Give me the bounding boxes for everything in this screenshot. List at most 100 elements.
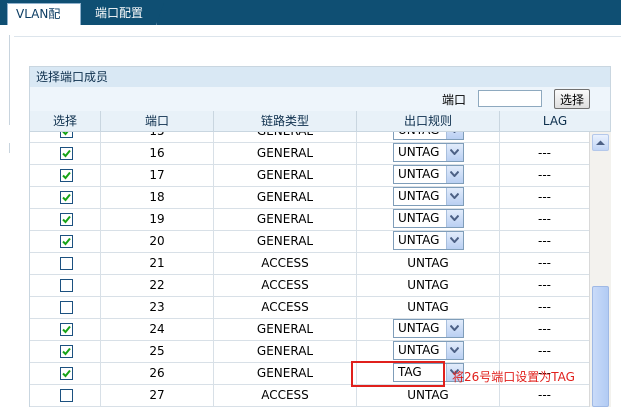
egress-rule-select[interactable]: UNTAG — [393, 231, 464, 250]
egress-rule-value: UNTAG — [407, 256, 449, 270]
lag-value: --- — [538, 234, 551, 248]
port-checkbox[interactable] — [60, 389, 73, 402]
link-type: GENERAL — [214, 340, 357, 362]
lag-value: --- — [538, 256, 551, 270]
select-cell — [30, 384, 101, 406]
lag-value: --- — [538, 168, 551, 182]
table-row: 18 GENERAL UNTAG --- — [30, 186, 589, 209]
egress-rule-select[interactable]: UNTAG — [393, 187, 464, 206]
egress-rule-select[interactable]: UNTAG — [393, 165, 464, 184]
chevron-down-icon[interactable] — [446, 132, 463, 139]
egress-rule-select[interactable]: UNTAG — [393, 319, 464, 338]
panel-title: 选择端口成员 — [30, 67, 610, 87]
table-scrollbar[interactable] — [589, 132, 611, 407]
egress-rule-cell: UNTAG — [357, 186, 500, 208]
port-checkbox[interactable] — [60, 235, 73, 248]
egress-rule-value: UNTAG — [398, 321, 440, 335]
egress-rule-cell: UNTAG — [357, 132, 500, 142]
chevron-down-icon[interactable] — [446, 320, 463, 337]
select-cell — [30, 132, 101, 142]
port-checkbox[interactable] — [60, 301, 73, 314]
egress-rule-select[interactable]: UNTAG — [393, 143, 464, 162]
select-cell — [30, 164, 101, 186]
table-header: 选择 端口 链路类型 出口规则 LAG — [30, 111, 610, 132]
header-select: 选择 — [30, 111, 101, 131]
port-number: 15 — [101, 132, 214, 142]
content-divider — [14, 36, 621, 37]
port-number: 26 — [101, 362, 214, 384]
link-type: GENERAL — [214, 362, 357, 384]
table-row: 20 GENERAL UNTAG --- — [30, 230, 589, 253]
egress-rule-value: UNTAG — [398, 167, 440, 181]
port-checkbox[interactable] — [60, 213, 73, 226]
link-type: ACCESS — [214, 252, 357, 274]
port-checkbox[interactable] — [60, 323, 73, 336]
link-type: ACCESS — [214, 296, 357, 318]
port-checkbox[interactable] — [60, 147, 73, 160]
table-row: 16 GENERAL UNTAG --- — [30, 142, 589, 165]
select-cell — [30, 318, 101, 340]
chevron-down-icon[interactable] — [446, 166, 463, 183]
egress-rule-value: UNTAG — [398, 233, 440, 247]
lag-value: --- — [538, 190, 551, 204]
port-checkbox[interactable] — [60, 345, 73, 358]
link-type: ACCESS — [214, 274, 357, 296]
table-row: 21 ACCESS UNTAG --- — [30, 252, 589, 275]
port-search-input[interactable] — [478, 90, 542, 107]
link-type: GENERAL — [214, 164, 357, 186]
port-checkbox[interactable] — [60, 279, 73, 292]
egress-rule-value: UNTAG — [407, 388, 449, 402]
chevron-down-icon[interactable] — [446, 342, 463, 359]
port-number: 20 — [101, 230, 214, 252]
annotation-highlight-box — [351, 361, 445, 387]
chevron-down-icon[interactable] — [446, 210, 463, 227]
header-link-type: 链路类型 — [214, 111, 357, 131]
port-number: 22 — [101, 274, 214, 296]
chevron-down-icon[interactable] — [446, 188, 463, 205]
port-table-body: 15GENERALUNTAG---16GENERALUNTAG---17GENE… — [30, 132, 589, 407]
header-egress-rule: 出口规则 — [357, 111, 500, 131]
select-cell — [30, 186, 101, 208]
egress-rule-cell: UNTAG — [357, 230, 500, 252]
select-cell — [30, 362, 101, 384]
link-type: GENERAL — [214, 208, 357, 230]
annotation-note: 将26号端口设置为TAG — [452, 370, 575, 384]
port-checkbox[interactable] — [60, 257, 73, 270]
port-checkbox[interactable] — [60, 367, 73, 380]
egress-rule-select[interactable]: UNTAG — [393, 209, 464, 228]
table-row: 17 GENERAL UNTAG --- — [30, 164, 589, 187]
egress-rule-value: UNTAG — [407, 278, 449, 292]
port-number: 18 — [101, 186, 214, 208]
scroll-thumb[interactable] — [592, 286, 609, 407]
lag-value: --- — [500, 132, 589, 142]
egress-rule-select[interactable]: UNTAG — [393, 341, 464, 360]
link-type: ACCESS — [214, 384, 357, 406]
tab-port-config[interactable]: 端口配置 — [87, 3, 164, 25]
select-cell — [30, 340, 101, 362]
egress-rule-cell: UNTAG — [357, 274, 500, 296]
egress-rule-cell: UNTAG — [357, 252, 500, 274]
lag-value: --- — [538, 278, 551, 292]
port-checkbox[interactable] — [60, 191, 73, 204]
egress-rule-select[interactable]: UNTAG — [393, 132, 464, 140]
egress-rule-value: UNTAG — [407, 300, 449, 314]
scroll-up-arrow-icon[interactable] — [592, 134, 609, 151]
egress-rule-value: UNTAG — [398, 211, 440, 225]
select-cell — [30, 142, 101, 164]
port-number: 19 — [101, 208, 214, 230]
port-number: 23 — [101, 296, 214, 318]
port-number: 25 — [101, 340, 214, 362]
egress-rule-cell: UNTAG — [357, 208, 500, 230]
egress-rule-value: UNTAG — [398, 132, 439, 137]
select-cell — [30, 252, 101, 274]
egress-rule-value: UNTAG — [398, 145, 440, 159]
port-checkbox[interactable] — [60, 132, 73, 138]
chevron-down-icon[interactable] — [446, 232, 463, 249]
lag-value: --- — [538, 322, 551, 336]
lag-value: --- — [538, 344, 551, 358]
tab-vlan-config[interactable]: VLAN配置 — [7, 3, 81, 42]
egress-rule-value: UNTAG — [398, 189, 440, 203]
chevron-down-icon[interactable] — [446, 144, 463, 161]
port-checkbox[interactable] — [60, 169, 73, 182]
select-button[interactable]: 选择 — [554, 89, 590, 109]
